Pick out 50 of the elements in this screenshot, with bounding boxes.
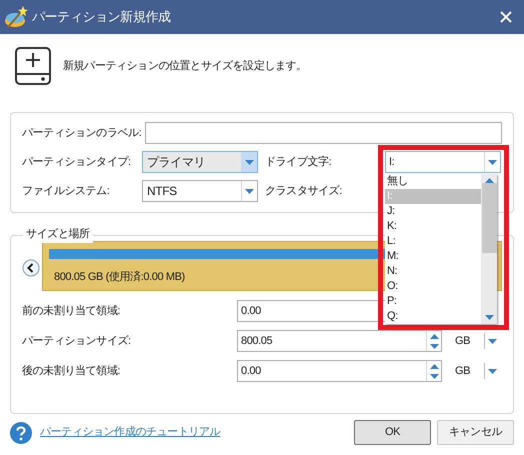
input-field[interactable] (145, 122, 502, 144)
up-arrow-icon (484, 178, 494, 183)
dropdown-option[interactable]: O: (385, 279, 481, 294)
dropdown-option[interactable]: N: (385, 264, 481, 279)
number-field[interactable]: 800.05 (237, 330, 442, 352)
field-label: ドライブ文字: (265, 154, 332, 170)
disk-add-icon (15, 47, 51, 85)
down-arrow-icon (488, 368, 497, 374)
dropdown-option[interactable]: M: (385, 249, 481, 264)
up-arrow-icon (430, 334, 438, 338)
unit-label: GB (455, 334, 472, 349)
down-arrow-icon (484, 315, 494, 320)
unit-dropdown[interactable] (484, 333, 500, 349)
dropdown[interactable]: プライマリ (142, 151, 258, 173)
window-title: パーティション新規作成 (32, 8, 172, 26)
unit-dropdown[interactable] (484, 363, 500, 379)
field-label: 前の未割り当て領域: (22, 304, 122, 319)
field-label: パーティションタイプ: (22, 154, 132, 170)
dropdown-value: I: (388, 154, 396, 170)
field-label: パーティションサイズ: (22, 334, 132, 349)
disk-size-text: 800.05 GB (使用済:0.00 MB) (54, 270, 185, 285)
dropdown-value: プライマリ (146, 154, 206, 171)
dialog-button[interactable]: OK (354, 420, 431, 445)
up-arrow-icon (430, 364, 438, 368)
down-arrow-icon (244, 160, 254, 164)
tutorial-link[interactable]: パーティション作成のチュートリアル (40, 424, 348, 441)
down-arrow-icon (245, 188, 254, 194)
help-icon[interactable] (10, 422, 32, 444)
group-title: サイズと場所 (23, 226, 93, 242)
dropdown-option[interactable]: K: (385, 219, 481, 234)
down-arrow-icon (430, 344, 438, 348)
down-arrow-icon (488, 338, 497, 344)
number-field[interactable]: 0.00 (237, 360, 442, 382)
field-label: 後の未割り当て領域: (22, 364, 122, 379)
field-label: ファイルシステム: (22, 184, 110, 199)
dropdown-option[interactable]: J: (385, 204, 481, 219)
dialog-button[interactable]: キャンセル (437, 420, 514, 445)
scrollbar[interactable] (481, 174, 497, 324)
header-text: 新規パーティションの位置とサイズを設定します。 (63, 58, 307, 74)
field-label: クラスタサイズ: (265, 184, 343, 199)
dropdown-value: NTFS (146, 183, 178, 200)
dropdown[interactable]: NTFS (142, 180, 258, 202)
down-arrow-icon (430, 374, 438, 378)
wand-icon (4, 5, 28, 29)
down-arrow-icon (488, 160, 497, 164)
close-icon[interactable] (500, 11, 512, 23)
field-label: パーティションのラベル: (22, 126, 142, 141)
dropdown[interactable]: I: (385, 151, 501, 173)
unit-label: GB (455, 364, 472, 379)
dropdown-option[interactable]: 無し (385, 174, 481, 189)
